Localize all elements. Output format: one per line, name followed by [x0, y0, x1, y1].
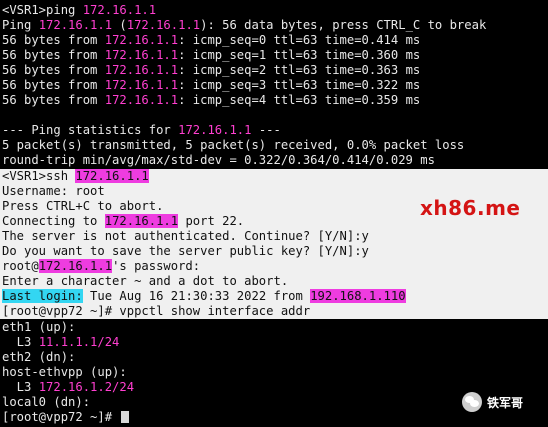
- iface-host-ethvpp: host-ethvpp (up):: [2, 365, 127, 379]
- wechat-icon: [462, 392, 482, 412]
- wechat-watermark: 铁军哥: [462, 392, 523, 412]
- ssh-connecting-line: Connecting to 172.16.1.1 port 22.: [2, 214, 245, 228]
- ping-stats-title: --- Ping statistics for 172.16.1.1 ---: [2, 123, 281, 137]
- terminal-cursor: [121, 411, 130, 423]
- ssh-not-authenticated-line: The server is not authenticated. Continu…: [2, 229, 369, 243]
- watermark-site: xh86.me: [420, 196, 521, 220]
- vpp-command-line: [root@vpp72 ~]# vppctl show interface ad…: [2, 304, 311, 318]
- ssh-session: <VSR1>ssh 172.16.1.1 Username: root Pres…: [0, 169, 548, 319]
- ping-reply-line: 56 bytes from 172.16.1.1: icmp_seq=0 ttl…: [2, 33, 421, 47]
- ssh-command-line: <VSR1>ssh 172.16.1.1: [2, 169, 149, 183]
- wechat-author: 铁军哥: [487, 395, 524, 410]
- ping-stats-packets: 5 packet(s) transmitted, 5 packet(s) rec…: [2, 138, 465, 152]
- iface-eth2: eth2 (dn):: [2, 350, 76, 364]
- ping-reply-line: 56 bytes from 172.16.1.1: icmp_seq=3 ttl…: [2, 78, 421, 92]
- ping-stats-rtt: round-trip min/avg/max/std-dev = 0.322/0…: [2, 153, 435, 167]
- ssh-abort-line: Press CTRL+C to abort.: [2, 199, 164, 213]
- ssh-enter-char-line: Enter a character ~ and a dot to abort.: [2, 274, 289, 288]
- ssh-password-line: root@172.16.1.1's password:: [2, 259, 201, 273]
- ssh-last-login-line: Last login: Tue Aug 16 21:30:33 2022 fro…: [2, 289, 406, 303]
- shell-prompt-line[interactable]: [root@vpp72 ~]#: [2, 410, 130, 425]
- iface-host-ethvpp-address: L3 172.16.1.2/24: [2, 380, 135, 394]
- terminal-window[interactable]: <VSR1>ping 172.16.1.1 Ping 172.16.1.1 (1…: [0, 0, 548, 427]
- ping-output: <VSR1>ping 172.16.1.1 Ping 172.16.1.1 (1…: [0, 0, 548, 169]
- ssh-save-key-line: Do you want to save the server public ke…: [2, 244, 369, 258]
- iface-eth1: eth1 (up):: [2, 320, 76, 334]
- ping-command-line: <VSR1>ping 172.16.1.1: [2, 3, 157, 17]
- iface-local0: local0 (dn):: [2, 395, 91, 409]
- ssh-username-line: Username: root: [2, 184, 105, 198]
- ping-reply-line: 56 bytes from 172.16.1.1: icmp_seq=2 ttl…: [2, 63, 421, 77]
- iface-eth1-address: L3 11.1.1.1/24: [2, 335, 120, 349]
- ping-reply-line: 56 bytes from 172.16.1.1: icmp_seq=1 ttl…: [2, 48, 421, 62]
- ping-header-line: Ping 172.16.1.1 (172.16.1.1): 56 data by…: [2, 18, 487, 32]
- ping-reply-line: 56 bytes from 172.16.1.1: icmp_seq=4 ttl…: [2, 93, 421, 107]
